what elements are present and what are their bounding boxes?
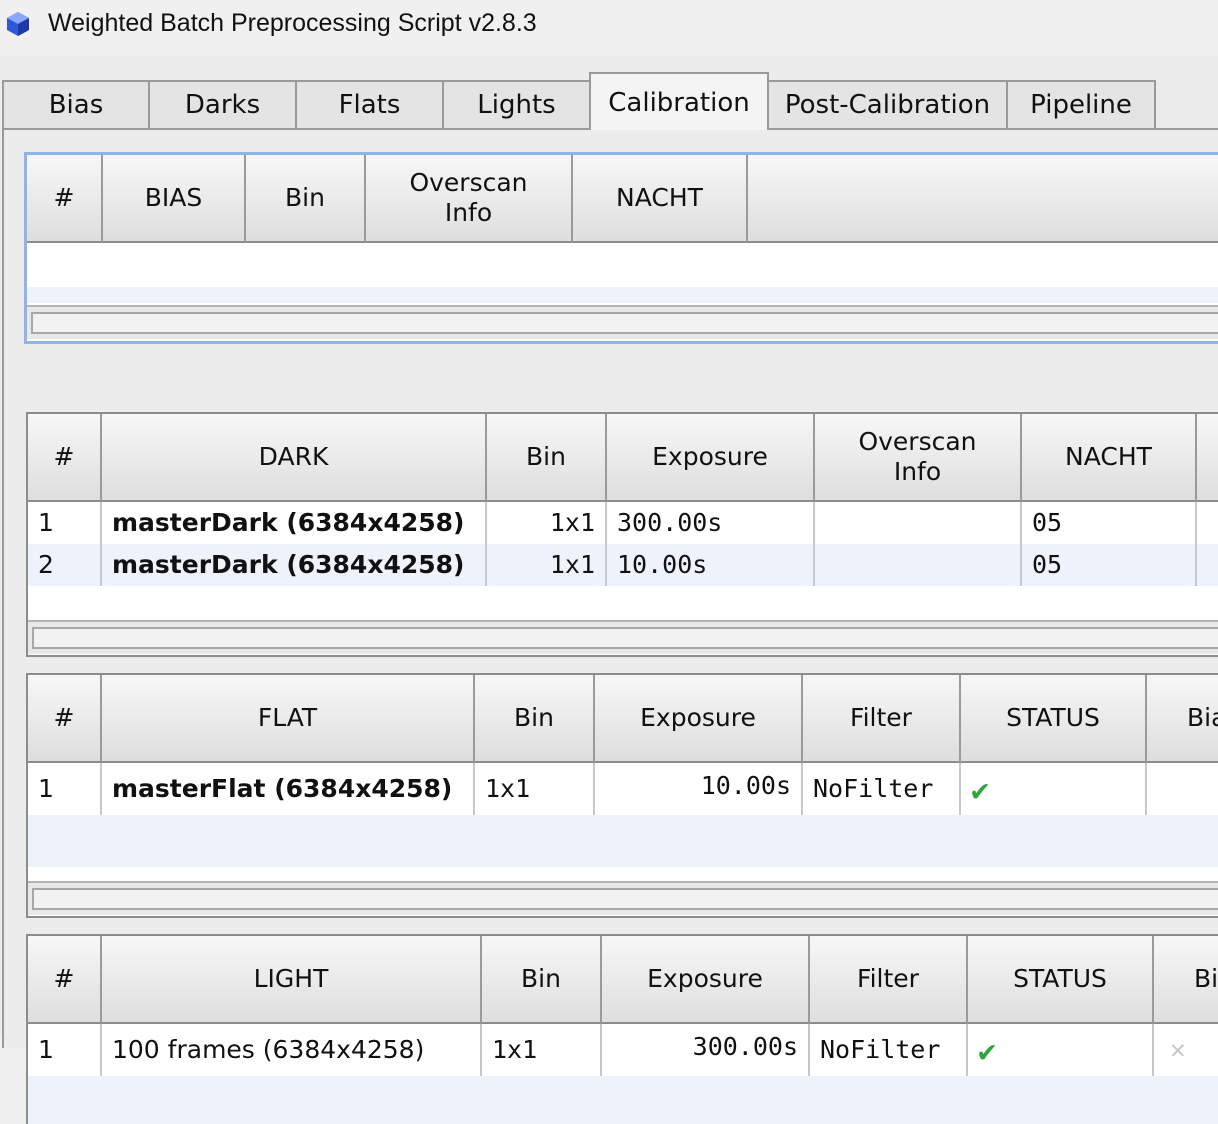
dark-horizontal-scrollbar[interactable]: [28, 620, 1218, 654]
tab-bias[interactable]: Bias: [2, 80, 150, 130]
row-index: 1: [28, 763, 102, 815]
row-nacht: 05: [1022, 502, 1197, 544]
flat-horizontal-scrollbar[interactable]: [28, 881, 1218, 915]
row-exposure: 300.00s: [607, 502, 815, 544]
row-index: 2: [28, 544, 102, 586]
flat-col-exposure[interactable]: Exposure: [595, 675, 803, 763]
dark-scrollbar-thumb[interactable]: [32, 627, 1218, 649]
bias-col-empty: [748, 155, 1218, 243]
bias-empty-row: [27, 287, 1218, 303]
row-bin: 1x1: [475, 763, 595, 815]
flat-col-index[interactable]: #: [28, 675, 102, 763]
flat-col-flat[interactable]: FLAT: [102, 675, 475, 763]
tab-post-calibration[interactable]: Post-Calibration: [767, 80, 1008, 130]
tab-pipeline[interactable]: Pipeline: [1006, 80, 1156, 130]
calibration-tab-panel: # BIAS Bin Overscan Info NACHT # DARK Bin…: [2, 128, 1218, 1124]
row-nacht: 05: [1022, 544, 1197, 586]
title-bar: Weighted Batch Preprocessing Script v2.8…: [0, 0, 1218, 56]
light-col-filter[interactable]: Filter: [810, 936, 968, 1024]
tab-darks[interactable]: Darks: [148, 80, 297, 130]
check-icon: ✔: [978, 1034, 997, 1069]
flat-col-bin[interactable]: Bin: [475, 675, 595, 763]
dark-col-bin[interactable]: Bin: [487, 414, 607, 502]
row-index: 1: [28, 1024, 102, 1076]
row-name: masterDark (6384x4258): [102, 502, 487, 544]
table-row[interactable]: 1 100 frames (6384x4258) 1x1 300.00s NoF…: [28, 1024, 1218, 1076]
app-logo-icon: [7, 12, 29, 36]
main-dialog: Bias Darks Flats Lights Calibration Post…: [0, 56, 1218, 1124]
flat-table[interactable]: # FLAT Bin Exposure Filter STATUS Bia 1 …: [26, 673, 1218, 918]
window-title: Weighted Batch Preprocessing Script v2.8…: [48, 9, 537, 37]
bias-table[interactable]: # BIAS Bin Overscan Info NACHT: [24, 152, 1218, 344]
row-bias-status: ✕: [1154, 1024, 1218, 1076]
row-filter: NoFilter: [803, 763, 961, 815]
row-bin: 1x1: [487, 502, 607, 544]
light-empty-row: [28, 1076, 1218, 1124]
row-status: ✔: [968, 1024, 1154, 1076]
dark-col-overscan[interactable]: Overscan Info: [815, 414, 1022, 502]
light-col-bin[interactable]: Bin: [482, 936, 602, 1024]
row-overscan: [815, 544, 1022, 586]
light-table[interactable]: # LIGHT Bin Exposure Filter STATUS Bi 1 …: [26, 934, 1218, 1124]
close-icon: ✕: [1170, 1035, 1186, 1065]
light-col-light[interactable]: LIGHT: [102, 936, 482, 1024]
row-status: ✔: [961, 763, 1147, 815]
bias-col-overscan[interactable]: Overscan Info: [366, 155, 573, 243]
row-overscan: [815, 502, 1022, 544]
flat-col-filter[interactable]: Filter: [803, 675, 961, 763]
row-name: masterDark (6384x4258): [102, 544, 487, 586]
dark-table[interactable]: # DARK Bin Exposure Overscan Info NACHT 1…: [26, 412, 1218, 657]
flat-col-status[interactable]: STATUS: [961, 675, 1147, 763]
dark-col-nacht[interactable]: NACHT: [1022, 414, 1197, 502]
row-bias-status: [1147, 763, 1218, 815]
row-bin: 1x1: [487, 544, 607, 586]
light-col-exposure[interactable]: Exposure: [602, 936, 810, 1024]
row-filter: NoFilter: [810, 1024, 968, 1076]
dark-col-exposure[interactable]: Exposure: [607, 414, 815, 502]
tab-lights[interactable]: Lights: [442, 80, 591, 130]
bias-col-index[interactable]: #: [27, 155, 103, 243]
tab-bar: Bias Darks Flats Lights Calibration Post…: [0, 72, 1218, 130]
tab-calibration[interactable]: Calibration: [589, 72, 769, 130]
bias-col-bias[interactable]: BIAS: [103, 155, 246, 243]
table-row[interactable]: 2 masterDark (6384x4258) 1x1 10.00s 05: [28, 544, 1218, 586]
dark-col-dark[interactable]: DARK: [102, 414, 487, 502]
row-exposure: 10.00s: [595, 763, 803, 815]
row-bin: 1x1: [482, 1024, 602, 1076]
row-name: masterFlat (6384x4258): [102, 763, 475, 815]
light-col-index[interactable]: #: [28, 936, 102, 1024]
flat-scrollbar-thumb[interactable]: [32, 888, 1218, 910]
bias-col-nacht[interactable]: NACHT: [573, 155, 748, 243]
check-icon: ✔: [971, 773, 990, 808]
table-row[interactable]: 1 masterDark (6384x4258) 1x1 300.00s 05: [28, 502, 1218, 544]
row-name: 100 frames (6384x4258): [102, 1024, 482, 1076]
bias-col-bin[interactable]: Bin: [246, 155, 366, 243]
row-exposure: 300.00s: [602, 1024, 810, 1076]
tab-flats[interactable]: Flats: [295, 80, 444, 130]
light-col-status[interactable]: STATUS: [968, 936, 1154, 1024]
dark-col-index[interactable]: #: [28, 414, 102, 502]
flat-empty-row: [28, 815, 1218, 867]
flat-col-bias[interactable]: Bia: [1147, 675, 1218, 763]
light-col-bias[interactable]: Bi: [1154, 936, 1218, 1024]
bias-horizontal-scrollbar[interactable]: [27, 305, 1218, 339]
row-exposure: 10.00s: [607, 544, 815, 586]
bias-scrollbar-thumb[interactable]: [31, 312, 1218, 334]
dark-col-more: [1197, 414, 1218, 502]
row-index: 1: [28, 502, 102, 544]
table-row[interactable]: 1 masterFlat (6384x4258) 1x1 10.00s NoFi…: [28, 763, 1218, 815]
